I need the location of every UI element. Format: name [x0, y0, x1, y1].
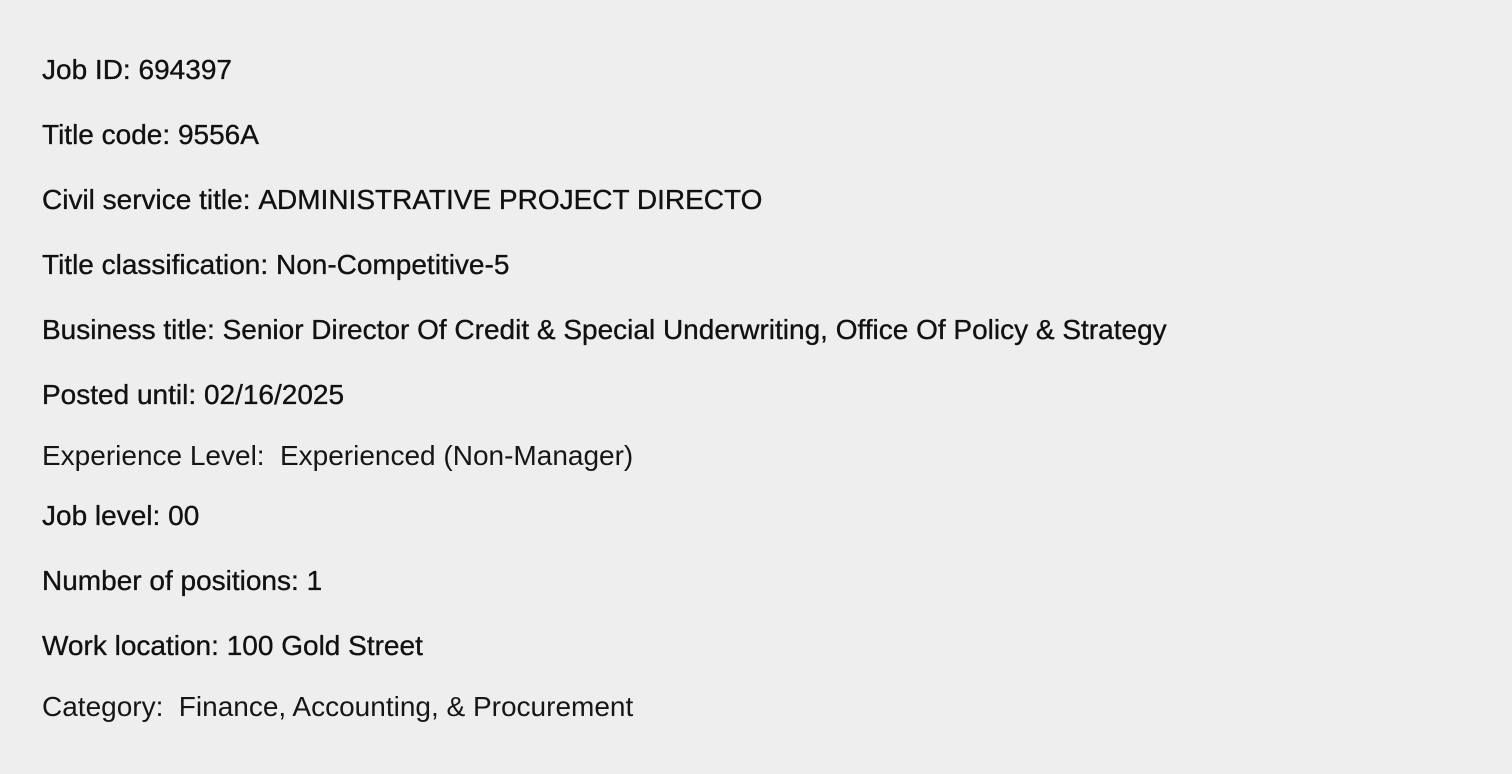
work-location-value: 100 Gold Street	[226, 630, 423, 661]
category-label: Category:	[42, 691, 164, 722]
job-id-row: Job ID: 694397	[42, 50, 232, 90]
job-level-value: 00	[168, 500, 200, 531]
civil-service-title-row: Civil service title: ADMINISTRATIVE PROJE…	[42, 180, 763, 220]
title-classification-label: Title classification:	[42, 249, 269, 280]
title-code-value: 9556A	[177, 119, 259, 150]
job-id-value: 694397	[138, 54, 232, 85]
work-location-label: Work location:	[42, 630, 219, 661]
posted-until-value: 02/16/2025	[203, 379, 345, 410]
number-of-positions-value: 1	[306, 565, 323, 596]
experience-level-label: Experience Level:	[42, 440, 265, 471]
title-classification-value: Non-Competitive-5	[275, 249, 510, 280]
job-details-panel: Job ID: 694397 Title code: 9556A Civil ser…	[0, 0, 1512, 774]
title-code-label: Title code:	[42, 119, 171, 150]
job-level-label: Job level:	[42, 500, 161, 531]
business-title-value: Senior Director Of Credit & Special Unde…	[222, 314, 1167, 345]
posted-until-label: Posted until:	[42, 379, 197, 410]
civil-service-title-value: ADMINISTRATIVE PROJECT DIRECTO	[258, 184, 763, 215]
job-level-row: Job level: 00	[42, 496, 200, 536]
number-of-positions-row: Number of positions: 1	[42, 561, 323, 601]
title-code-row: Title code: 9556A	[42, 115, 259, 155]
experience-level-row: Experience Level: Experienced (Non-Manage…	[42, 436, 633, 476]
job-id-label: Job ID:	[42, 54, 131, 85]
category-value: Finance, Accounting, & Procurement	[178, 691, 634, 722]
category-row: Category: Finance, Accounting, & Procurem…	[42, 687, 633, 727]
work-location-row: Work location: 100 Gold Street	[42, 626, 423, 666]
experience-level-value: Experienced (Non-Manager)	[279, 440, 634, 471]
business-title-row: Business title: Senior Director Of Credit…	[42, 310, 1167, 350]
business-title-label: Business title:	[42, 314, 215, 345]
posted-until-row: Posted until: 02/16/2025	[42, 375, 344, 415]
civil-service-title-label: Civil service title:	[42, 184, 251, 215]
title-classification-row: Title classification: Non-Competitive-5	[42, 245, 510, 285]
number-of-positions-label: Number of positions:	[42, 565, 299, 596]
